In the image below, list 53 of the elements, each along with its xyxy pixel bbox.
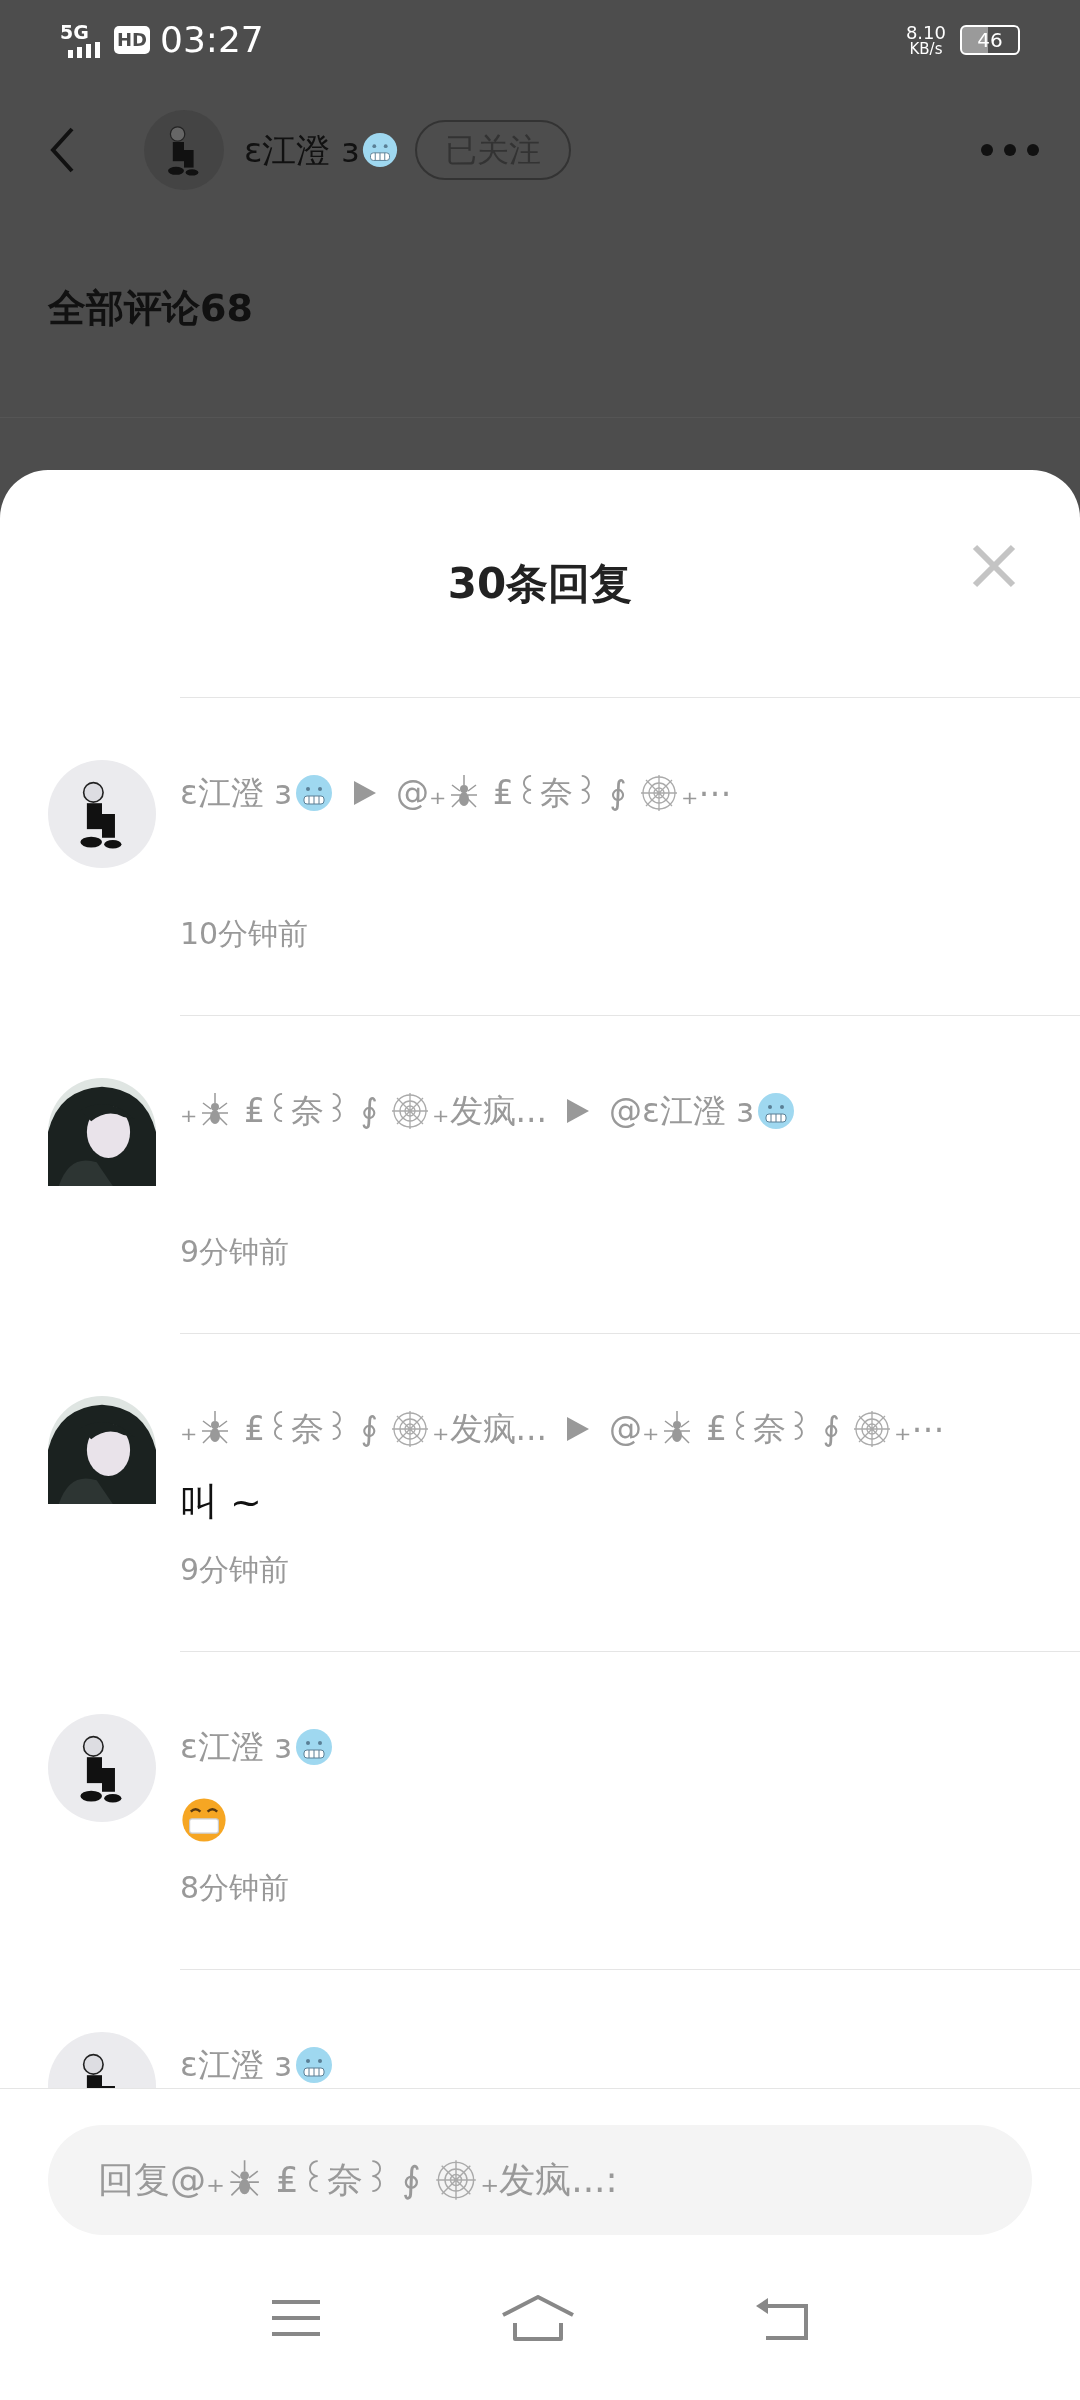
reply-time: 10分钟前: [180, 914, 309, 953]
clock: 03:27: [160, 18, 264, 62]
reply-target: @₊: [609, 1408, 660, 1451]
cold-face-icon: [293, 1727, 334, 1767]
cold-face-icon: [293, 2045, 334, 2085]
mask-face-icon: [180, 1796, 228, 1844]
reply-target: @₊: [395, 772, 447, 815]
reply-placeholder: ₊发疯...:: [480, 2158, 618, 2202]
author-name: ₤꒰奈꒱ ∮: [242, 1090, 379, 1133]
home-icon[interactable]: [501, 2294, 575, 2341]
author-name: ɛ江澄 ɜ: [180, 2044, 292, 2087]
spider-web-icon: [390, 1409, 431, 1449]
back-icon[interactable]: [50, 127, 74, 173]
reply-input-field[interactable]: 回复@₊ ₤꒰奈꒱ ∮ ₊发疯...:: [48, 2125, 1032, 2235]
reply-time: 9分钟前: [180, 1232, 290, 1271]
author-name: ɛ江澄 ɜ: [180, 772, 292, 815]
reply-target: ₤꒰奈꒱ ∮: [491, 772, 628, 815]
spider-web-icon: [434, 2158, 479, 2202]
reply-time: 8分钟前: [180, 1868, 290, 1907]
author-name: ɛ江澄 ɜ: [180, 1726, 292, 1769]
spider-web-icon: [852, 1409, 893, 1449]
sheet-title: 30条回复: [447, 558, 633, 610]
reply-placeholder: ₤꒰奈꒱ ∮: [274, 2158, 422, 2202]
reply-text: 叫 ~: [180, 1478, 262, 1526]
battery: 46: [960, 25, 1020, 55]
author-name: ₊: [180, 1090, 198, 1133]
user-name: ɛ江澄 ɜ: [244, 128, 360, 172]
triangle-icon: [567, 1417, 589, 1441]
comments-count-title: 全部评论68: [48, 286, 253, 330]
cold-face-icon: [361, 131, 400, 169]
reply-target: @ɛ江澄 ɜ: [609, 1090, 754, 1133]
triangle-icon: [353, 781, 376, 805]
speed-unit: KB/s: [909, 41, 943, 57]
network-type: 5G: [60, 22, 89, 42]
back-icon[interactable]: [754, 2295, 811, 2340]
spider-web-icon: [390, 1091, 431, 1131]
reply-target: ₊⋯: [680, 772, 732, 815]
menu-icon[interactable]: [269, 2297, 322, 2338]
author-name: ₊发疯...: [432, 1408, 547, 1451]
reply-time: 9分钟前: [180, 1550, 290, 1589]
reply-target: ₊⋯: [894, 1408, 945, 1451]
network-speed: 8.10: [905, 23, 946, 42]
reply-placeholder: 回复@₊: [98, 2158, 225, 2202]
author-name: ₊发疯...: [432, 1090, 547, 1133]
hd-badge: HD: [114, 26, 150, 54]
cold-face-icon: [755, 1091, 796, 1131]
spider-web-icon: [638, 773, 679, 813]
triangle-icon: [567, 1099, 589, 1123]
author-name: ₤꒰奈꒱ ∮: [242, 1408, 379, 1451]
author-name: ₊: [180, 1408, 198, 1451]
reply-target: ₤꒰奈꒱ ∮: [704, 1408, 841, 1451]
cold-face-icon: [293, 773, 334, 813]
more-icon[interactable]: [980, 143, 1040, 157]
